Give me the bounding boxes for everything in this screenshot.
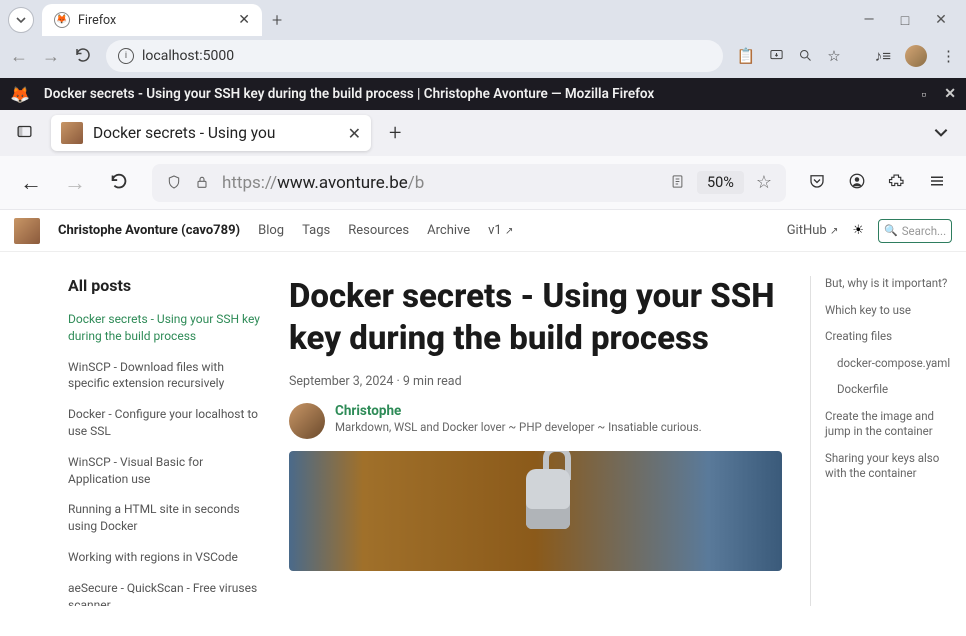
author-name[interactable]: Christophe [335, 403, 702, 419]
maximize-button[interactable]: □ [896, 12, 914, 29]
site-body: All posts Docker secrets - Using your SS… [0, 252, 966, 606]
browser-tab[interactable]: 🦊 Firefox ✕ [42, 4, 262, 36]
nav-link-blog[interactable]: Blog [258, 223, 284, 238]
minimize-button[interactable]: — [860, 12, 878, 29]
inner-firefox-toolbar: ← → https://www.avonture.be/b 50% ☆ [0, 156, 966, 210]
brand-name[interactable]: Christophe Avonture (cavo789) [58, 223, 240, 238]
close-tab-icon[interactable]: ✕ [238, 12, 250, 28]
table-of-contents: But, why is it important? Which key to u… [810, 276, 952, 606]
profile-icon[interactable] [848, 172, 866, 193]
media-icon[interactable]: ♪≡ [875, 47, 891, 65]
hero-image [289, 451, 782, 571]
tab-search-caret[interactable] [8, 7, 34, 33]
window-title: Docker secrets - Using your SSH key duri… [44, 86, 921, 102]
address-bar[interactable]: i localhost:5000 [106, 40, 723, 72]
shield-icon[interactable] [166, 173, 182, 192]
reload-icon [74, 46, 92, 64]
bookmark-icon[interactable]: ☆ [827, 47, 840, 65]
article-main: Docker secrets - Using your SSH key duri… [289, 276, 782, 606]
site-info-icon[interactable]: i [118, 48, 134, 64]
sidebar-toggle-icon[interactable] [16, 123, 33, 143]
clipboard-icon[interactable]: 📋 [737, 47, 756, 65]
toc-item[interactable]: Creating files [825, 329, 952, 345]
outer-chrome-toolbar: ← → i localhost:5000 📋 ☆ ♪≡ ⋮ [0, 34, 966, 78]
toolbar-right-icons: 📋 ☆ ♪≡ ⋮ [737, 45, 956, 67]
forward-button[interactable]: → [42, 46, 60, 67]
reader-mode-icon[interactable] [670, 174, 685, 192]
install-icon[interactable] [769, 47, 784, 65]
lock-icon[interactable] [194, 173, 210, 192]
inner-address-bar[interactable]: https://www.avonture.be/b 50% ☆ [152, 164, 786, 202]
sidebar-post-link[interactable]: Working with regions in VSCode [68, 549, 261, 566]
posts-sidebar: All posts Docker secrets - Using your SS… [68, 276, 261, 606]
nav-link-github[interactable]: GitHub ↗ [787, 223, 839, 238]
sidebar-post-link[interactable]: WinSCP - Download files with specific ex… [68, 359, 261, 393]
sidebar-post-link[interactable]: Running a HTML site in seconds using Doc… [68, 501, 261, 535]
inner-bookmark-icon[interactable]: ☆ [756, 172, 772, 193]
window-controls: — □ ✕ [860, 12, 958, 29]
inner-forward-button: → [64, 170, 86, 196]
external-link-icon: ↗ [505, 226, 513, 237]
nav-link-resources[interactable]: Resources [348, 223, 409, 238]
nav-link-tags[interactable]: Tags [302, 223, 330, 238]
chevron-down-icon [13, 12, 29, 28]
inner-firefox-tabstrip: Docker secrets - Using you ✕ + [0, 110, 966, 156]
sidebar-post-link[interactable]: WinSCP - Visual Basic for Application us… [68, 454, 261, 488]
extensions-icon[interactable] [888, 172, 906, 193]
author-description: Markdown, WSL and Docker lover ~ PHP dev… [335, 420, 702, 434]
reload-button[interactable] [74, 46, 92, 67]
inner-browser-tab[interactable]: Docker secrets - Using you ✕ [51, 115, 371, 151]
search-input[interactable]: 🔍 Search... [878, 219, 952, 243]
nav-link-archive[interactable]: Archive [427, 223, 470, 238]
inner-new-tab-button[interactable]: + [389, 121, 401, 146]
firefox-favicon-icon: 🦊 [54, 12, 70, 28]
tab-title: Firefox [78, 13, 230, 28]
menu-icon[interactable]: ⋮ [941, 47, 956, 65]
inner-tab-title: Docker secrets - Using you [93, 124, 338, 142]
toc-item[interactable]: Sharing your keys also with the containe… [825, 451, 952, 482]
sidebar-post-link[interactable]: aeSecure - QuickScan - Free viruses scan… [68, 580, 261, 606]
address-text: localhost:5000 [142, 48, 234, 64]
inner-close-button[interactable]: ✕ [944, 86, 956, 103]
inner-reload-button[interactable] [108, 170, 130, 195]
toc-subitem[interactable]: docker-compose.yaml [825, 356, 952, 372]
inner-toolbar-right [808, 172, 946, 193]
profile-avatar[interactable] [905, 45, 927, 67]
external-link-icon: ↗ [830, 226, 838, 237]
outer-chrome-tabstrip: 🦊 Firefox ✕ + — □ ✕ [0, 0, 966, 34]
toc-item[interactable]: Create the image and jump in the contain… [825, 409, 952, 440]
search-placeholder: Search... [902, 224, 946, 238]
inner-back-button[interactable]: ← [20, 170, 42, 196]
sidebar-post-link[interactable]: Docker secrets - Using your SSH key duri… [68, 311, 261, 345]
article-title: Docker secrets - Using your SSH key duri… [289, 276, 782, 360]
author-avatar [289, 403, 325, 439]
toc-item[interactable]: Which key to use [825, 303, 952, 319]
close-window-button[interactable]: ✕ [932, 12, 950, 29]
search-icon: 🔍 [884, 224, 898, 237]
toc-item[interactable]: But, why is it important? [825, 276, 952, 292]
hamburger-menu-icon[interactable] [928, 172, 946, 193]
back-button[interactable]: ← [10, 46, 28, 67]
site-favicon [61, 122, 83, 144]
inner-window-controls: ▫ ✕ [921, 86, 956, 103]
firefox-logo-icon: 🦊 [10, 85, 30, 104]
tab-list-dropdown-icon[interactable] [932, 123, 950, 144]
toc-subitem[interactable]: Dockerfile [825, 382, 952, 398]
article-meta: September 3, 2024 · 9 min read [289, 374, 782, 389]
inner-window-titlebar: 🦊 Docker secrets - Using your SSH key du… [0, 78, 966, 110]
sidebar-heading: All posts [68, 276, 261, 295]
theme-toggle-icon[interactable]: ☀ [852, 223, 864, 238]
nav-link-v1[interactable]: v1 ↗ [488, 223, 513, 238]
sidebar-post-link[interactable]: Docker - Configure your localhost to use… [68, 406, 261, 440]
zoom-level-badge[interactable]: 50% [697, 171, 744, 194]
inner-close-tab-icon[interactable]: ✕ [348, 124, 361, 143]
site-navbar: Christophe Avonture (cavo789) Blog Tags … [0, 210, 966, 252]
author-block: Christophe Markdown, WSL and Docker love… [289, 403, 782, 439]
zoom-icon[interactable] [798, 47, 813, 65]
new-tab-button[interactable]: + [272, 10, 282, 31]
inner-address-text: https://www.avonture.be/b [222, 173, 658, 193]
inner-maximize-button[interactable]: ▫ [921, 86, 926, 103]
brand-avatar [14, 218, 40, 244]
pocket-icon[interactable] [808, 172, 826, 193]
